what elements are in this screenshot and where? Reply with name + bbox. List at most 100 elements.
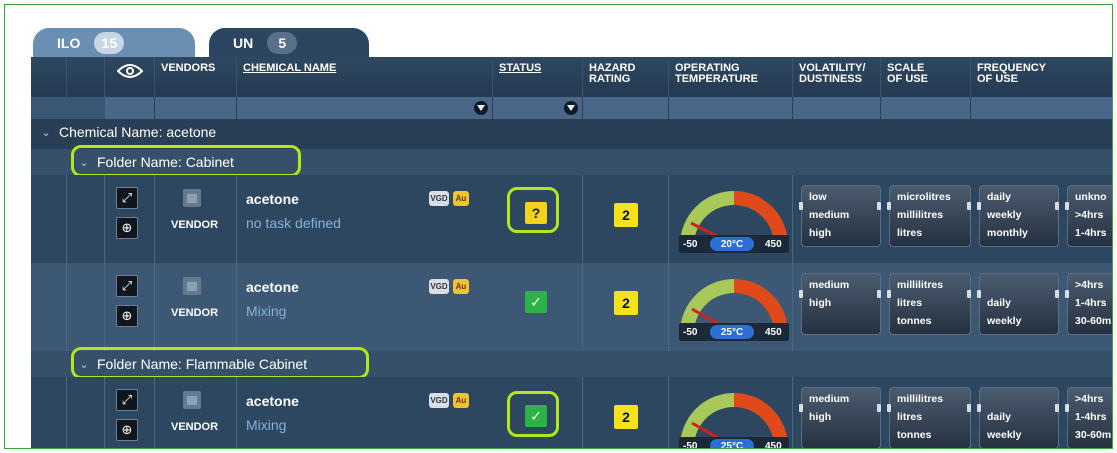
crosshair-icon[interactable]: ⊕ <box>116 419 138 441</box>
expand-arrows-icon[interactable]: ⤢ <box>116 187 138 209</box>
volatility-selector[interactable]: low medium high <box>799 185 881 247</box>
header-spacer-2 <box>67 57 105 97</box>
header-status-label: STATUS <box>499 62 542 74</box>
duration-option[interactable]: unkno <box>1075 191 1107 203</box>
scale-option[interactable]: millilitres <box>897 209 943 221</box>
chemical-name[interactable]: acetone <box>246 393 299 409</box>
chemical-name[interactable]: acetone <box>246 279 299 295</box>
volatility-option[interactable]: high <box>809 411 831 423</box>
scale-option[interactable]: millilitres <box>897 279 943 291</box>
volatility-selector[interactable]: medium high <box>799 387 881 448</box>
duration-option[interactable]: >4hrs <box>1075 279 1103 291</box>
table-row[interactable]: ⤢ ⊕ VENDOR acetone Mixing VGD Au ✓ 2 -50 <box>31 377 1112 449</box>
tab-ilo-label: ILO <box>57 35 81 51</box>
vendor-label[interactable]: VENDOR <box>171 421 218 433</box>
scale-option[interactable]: litres <box>897 227 922 239</box>
duration-option[interactable]: 1-4hrs <box>1075 227 1107 239</box>
frequency-option[interactable]: daily <box>987 191 1011 203</box>
funnel-icon[interactable] <box>564 101 578 115</box>
crosshair-icon[interactable]: ⊕ <box>116 217 138 239</box>
header-volatility[interactable]: VOLATILITY/ DUSTINESS <box>793 57 881 97</box>
chevron-down-icon: ⌄ <box>41 126 51 139</box>
scale-selector[interactable]: microlitres millilitres litres <box>887 185 971 247</box>
frequency-option[interactable]: weekly <box>987 209 1021 221</box>
frequency-option[interactable]: weekly <box>987 315 1021 327</box>
tab-un[interactable]: UN 5 <box>209 28 369 58</box>
badge-vgd: VGD <box>429 393 449 408</box>
header-visibility[interactable] <box>105 57 155 97</box>
frequency-option[interactable]: daily <box>987 411 1011 423</box>
tab-ilo[interactable]: ILO 15 <box>33 28 195 58</box>
volatility-option[interactable]: medium <box>809 393 849 405</box>
group-chemical-label: Chemical Name: acetone <box>59 124 217 140</box>
badge-vgd: VGD <box>429 191 449 206</box>
volatility-option[interactable]: high <box>809 297 831 309</box>
factory-icon <box>183 391 201 409</box>
header-hazard-rating[interactable]: HAZARD RATING <box>583 57 669 97</box>
frequency-option[interactable]: weekly <box>987 429 1021 441</box>
gauge-temp: 20°C <box>710 237 754 251</box>
factory-icon <box>183 189 201 207</box>
scale-selector[interactable]: millilitres litres tonnes <box>887 387 971 448</box>
header-frequency-of-use[interactable]: FREQUENCY OF USE <box>971 57 1112 97</box>
scale-option[interactable]: tonnes <box>897 429 931 441</box>
duration-option[interactable]: 30-60m <box>1075 429 1111 441</box>
highlight-status <box>507 391 559 437</box>
scale-option[interactable]: millilitres <box>897 393 943 405</box>
funnel-icon[interactable] <box>474 101 488 115</box>
scale-option[interactable]: litres <box>897 411 922 423</box>
duration-option[interactable]: 30-60m <box>1075 315 1111 327</box>
duration-selector[interactable]: >4hrs 1-4hrs 30-60m <box>1065 387 1112 448</box>
header-volatility-line2: DUSTINESS <box>799 73 862 85</box>
frequency-selector[interactable]: daily weekly <box>977 273 1059 335</box>
header-operating-temperature[interactable]: OPERATING TEMPERATURE <box>669 57 793 97</box>
duration-option[interactable]: 1-4hrs <box>1075 411 1107 423</box>
header-vendors[interactable]: VENDORS <box>155 57 237 97</box>
volatility-option[interactable]: medium <box>809 209 849 221</box>
scale-option[interactable]: tonnes <box>897 315 931 327</box>
hazard-rating: 2 <box>614 405 638 429</box>
volatility-option[interactable]: medium <box>809 279 849 291</box>
header-status[interactable]: STATUS <box>493 57 583 97</box>
volatility-selector[interactable]: medium high <box>799 273 881 335</box>
scale-selector[interactable]: millilitres litres tonnes <box>887 273 971 335</box>
vendor-label[interactable]: VENDOR <box>171 219 218 231</box>
duration-option[interactable]: >4hrs <box>1075 209 1103 221</box>
frequency-option[interactable]: monthly <box>987 227 1028 239</box>
volatility-option[interactable]: high <box>809 227 831 239</box>
temperature-gauge: -50 450 20°C <box>679 183 789 253</box>
badge-vgd: VGD <box>429 279 449 294</box>
header-chemical-name-label: CHEMICAL NAME <box>243 62 337 74</box>
highlight-folder-flammable <box>71 347 369 379</box>
gauge-temp: 25°C <box>710 439 754 448</box>
crosshair-icon[interactable]: ⊕ <box>116 305 138 327</box>
header-scale-of-use[interactable]: SCALE OF USE <box>881 57 971 97</box>
duration-option[interactable]: >4hrs <box>1075 393 1103 405</box>
gauge-min: -50 <box>683 239 698 250</box>
status-indicator[interactable]: ✓ <box>525 291 547 313</box>
frequency-option[interactable]: daily <box>987 297 1011 309</box>
task-name[interactable]: Mixing <box>246 417 286 433</box>
volatility-option[interactable]: low <box>809 191 827 203</box>
vendor-label[interactable]: VENDOR <box>171 307 218 319</box>
filter-bar <box>31 97 1112 119</box>
duration-option[interactable]: 1-4hrs <box>1075 297 1107 309</box>
task-name[interactable]: Mixing <box>246 303 286 319</box>
table-row[interactable]: ⤢ ⊕ VENDOR acetone Mixing VGD Au ✓ 2 -50… <box>31 263 1112 351</box>
header-chemical-name[interactable]: CHEMICAL NAME <box>237 57 493 97</box>
scale-option[interactable]: microlitres <box>897 191 951 203</box>
chemical-name[interactable]: acetone <box>246 191 299 207</box>
duration-selector[interactable]: unkno >4hrs 1-4hrs <box>1065 185 1112 247</box>
expand-arrows-icon[interactable]: ⤢ <box>116 389 138 411</box>
scale-option[interactable]: litres <box>897 297 922 309</box>
task-name[interactable]: no task defined <box>246 215 341 231</box>
header-scale-line2: OF USE <box>887 73 928 85</box>
table-row[interactable]: ⤢ ⊕ VENDOR acetone no task defined VGD A… <box>31 175 1112 263</box>
frequency-selector[interactable]: daily weekly <box>977 387 1059 448</box>
duration-selector[interactable]: >4hrs 1-4hrs 30-60m <box>1065 273 1112 335</box>
group-chemical[interactable]: ⌄ Chemical Name: acetone <box>31 119 1112 145</box>
header-optemp-line2: TEMPERATURE <box>675 73 758 85</box>
gauge-max: 450 <box>765 441 782 449</box>
expand-arrows-icon[interactable]: ⤢ <box>116 275 138 297</box>
frequency-selector[interactable]: daily weekly monthly <box>977 185 1059 247</box>
